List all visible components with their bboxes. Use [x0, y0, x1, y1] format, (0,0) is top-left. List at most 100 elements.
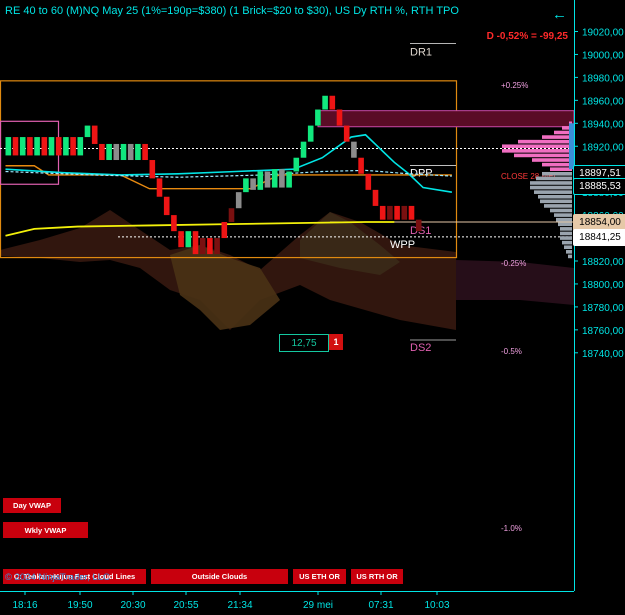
- renko-brick: [149, 160, 156, 179]
- renko-brick: [235, 192, 242, 209]
- renko-brick: [27, 137, 33, 156]
- renko-brick: [315, 109, 321, 126]
- renko-brick: [358, 157, 364, 174]
- pct-minus-05-label: -0.5%: [501, 347, 522, 356]
- day-vwap-button[interactable]: Day VWAP: [3, 498, 61, 513]
- profile-bar: [542, 162, 572, 167]
- pct-plus-025-label: +0.25%: [501, 81, 528, 90]
- x-tick-label: 20:30: [120, 600, 145, 611]
- renko-brick: [365, 173, 372, 190]
- position-count-badge[interactable]: 1: [329, 334, 343, 350]
- renko-brick: [5, 137, 12, 156]
- ds2-label: DS2: [410, 342, 431, 354]
- profile-bar: [540, 199, 572, 204]
- renko-brick: [322, 95, 328, 110]
- renko-brick: [394, 205, 400, 220]
- profile-bar: [556, 217, 572, 222]
- chart-title: RE 40 to 60 (M)NQ May 25 (1%=190p=$380) …: [5, 5, 459, 17]
- x-tick-label: 21:34: [227, 600, 252, 611]
- renko-brick: [300, 141, 307, 158]
- y-tick-label: 18740,00: [582, 349, 624, 360]
- profile-bar: [542, 171, 572, 176]
- renko-brick: [142, 143, 148, 161]
- x-tick-label: 18:16: [12, 600, 37, 611]
- outside-clouds-button[interactable]: Outside Clouds: [151, 569, 288, 584]
- renko-brick: [48, 137, 55, 156]
- position-quantity[interactable]: 12,75: [279, 334, 329, 352]
- y-tick-label: 18760,00: [582, 326, 624, 337]
- renko-brick: [379, 205, 386, 220]
- renko-brick: [12, 137, 19, 156]
- profile-bar: [518, 139, 572, 144]
- renko-brick: [171, 215, 177, 232]
- profile-bar: [544, 204, 572, 208]
- price-tag: 18885,53: [573, 178, 625, 196]
- renko-brick: [55, 137, 62, 156]
- renko-chart[interactable]: DR1DPPDS1WPPDS2CLOSE 28 MEI+0.25%-0.25%-…: [0, 0, 625, 615]
- renko-brick: [135, 143, 141, 161]
- y-tick-label: 18780,00: [582, 303, 624, 314]
- renko-brick: [387, 205, 393, 220]
- profile-bar: [560, 227, 572, 231]
- renko-brick: [271, 169, 278, 188]
- copyright: © 2024 NinjaTrader, LLC: [5, 572, 110, 583]
- profile-bar: [550, 208, 572, 213]
- us-rth-or-button[interactable]: US RTH OR: [351, 569, 403, 584]
- x-tick-label: 07:31: [368, 600, 393, 611]
- renko-brick: [243, 178, 249, 193]
- profile-bar: [564, 245, 572, 250]
- dr1-label: DR1: [410, 47, 432, 59]
- pnl-readout: D -0,52% = -99,25: [486, 31, 568, 42]
- x-tick-label: 20:55: [173, 600, 198, 611]
- profile-bar: [550, 167, 572, 171]
- profile-bar: [560, 236, 572, 240]
- us-eth-or-button[interactable]: US ETH OR: [293, 569, 346, 584]
- renko-brick: [77, 137, 84, 156]
- profile-bar: [532, 158, 572, 162]
- profile-bar: [536, 176, 572, 181]
- renko-brick: [372, 189, 379, 206]
- renko-brick: [41, 137, 48, 156]
- renko-brick: [127, 143, 134, 161]
- renko-brick: [185, 231, 192, 248]
- renko-brick: [91, 125, 98, 144]
- pct-minus-10-label: -1.0%: [501, 524, 522, 533]
- profile-bar: [502, 144, 572, 149]
- profile-bar: [562, 240, 572, 245]
- profile-bar: [542, 135, 572, 139]
- renko-brick: [329, 95, 336, 110]
- close-band: [317, 110, 575, 128]
- left-arrow-icon[interactable]: ←: [552, 6, 567, 23]
- renko-brick: [293, 157, 300, 172]
- wkly-vwap-button[interactable]: Wkly VWAP: [3, 522, 88, 538]
- profile-bar: [560, 231, 572, 236]
- renko-brick: [63, 137, 69, 156]
- profile-bar: [534, 190, 572, 194]
- profile-bar: [538, 194, 572, 199]
- renko-brick: [70, 137, 76, 156]
- renko-brick: [336, 109, 343, 126]
- renko-brick: [156, 178, 163, 197]
- profile-poc-marker: [569, 123, 574, 170]
- profile-bar: [566, 250, 572, 254]
- renko-brick: [199, 238, 206, 255]
- renko-brick: [84, 125, 91, 138]
- renko-brick: [307, 125, 314, 142]
- y-tick-label: 18940,00: [582, 119, 624, 130]
- x-tick-label: 19:50: [67, 600, 92, 611]
- renko-brick: [207, 238, 213, 255]
- renko-brick: [113, 143, 120, 161]
- x-tick-label: 29 mei: [303, 600, 333, 611]
- wpp-label: WPP: [390, 239, 415, 251]
- renko-brick: [286, 171, 292, 188]
- renko-brick: [401, 205, 408, 220]
- y-tick-label: 19000,00: [582, 50, 624, 61]
- renko-brick: [351, 141, 357, 158]
- chart-background: [0, 0, 625, 615]
- renko-brick: [163, 196, 170, 216]
- renko-brick: [178, 231, 184, 248]
- renko-brick: [343, 125, 350, 142]
- renko-brick: [214, 238, 220, 255]
- renko-brick: [120, 143, 127, 161]
- renko-brick: [279, 169, 285, 188]
